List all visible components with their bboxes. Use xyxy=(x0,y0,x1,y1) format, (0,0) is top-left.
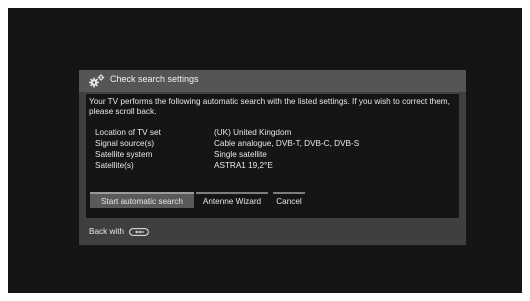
cancel-button[interactable]: Cancel xyxy=(273,192,305,208)
intro-text: Your TV performs the following automatic… xyxy=(89,97,450,116)
setting-value: ASTRA1 19,2°E xyxy=(214,161,273,170)
start-automatic-search-button[interactable]: Start automatic search xyxy=(90,192,194,208)
setting-value: Cable analogue, DVB-T, DVB-C, DVB-S xyxy=(214,139,360,148)
setting-label: Satellite system xyxy=(95,150,153,159)
footer: Back with xyxy=(89,227,150,236)
dialog-content: Your TV performs the following automatic… xyxy=(86,94,459,218)
setting-label: Signal source(s) xyxy=(95,139,155,148)
search-settings-dialog: Check search settings Your TV performs t… xyxy=(79,70,466,245)
setting-label: Location of TV set xyxy=(95,128,161,137)
setting-label: Satellite(s) xyxy=(95,161,134,170)
back-button-icon xyxy=(129,227,150,236)
antenne-wizard-button[interactable]: Antenne Wizard xyxy=(196,192,268,208)
tv-screen: Check search settings Your TV performs t… xyxy=(8,8,522,293)
setting-value: (UK) United Kingdom xyxy=(214,128,292,137)
back-label: Back with xyxy=(89,227,125,236)
dialog-header: Check search settings xyxy=(79,70,466,92)
dialog-title: Check search settings xyxy=(110,74,199,84)
setting-value: Single satellite xyxy=(214,150,267,159)
gear-icon xyxy=(89,74,105,88)
